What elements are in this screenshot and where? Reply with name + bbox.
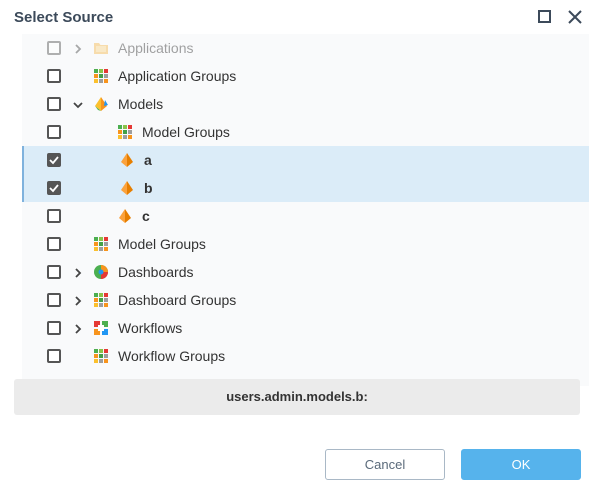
tree-row-label: c [142, 208, 150, 224]
models-icon [93, 96, 109, 112]
tree-row-label: Workflows [118, 320, 183, 336]
model-icon [119, 180, 135, 196]
tree-row-label: Dashboards [118, 264, 194, 280]
tree-row-label: Dashboard Groups [118, 292, 237, 308]
tree-row-label: Applications [118, 40, 194, 56]
tree-row[interactable]: Model Groups [22, 118, 589, 146]
dialog-title: Select Source [14, 9, 114, 26]
dashboard-icon [93, 264, 109, 280]
checkbox[interactable] [47, 293, 61, 307]
select-source-dialog: Select Source Applications Application Gr… [0, 0, 589, 490]
checkbox-checked[interactable] [47, 181, 61, 195]
checkbox-checked[interactable] [47, 153, 61, 167]
checkbox[interactable] [47, 237, 61, 251]
chevron-right-icon[interactable] [72, 266, 84, 278]
maximize-icon[interactable] [536, 8, 554, 26]
checkbox[interactable] [47, 125, 61, 139]
group-grid-icon [93, 292, 109, 308]
checkbox[interactable] [47, 69, 61, 83]
tree-row-label: b [144, 180, 153, 196]
tree-row[interactable]: b [22, 174, 589, 202]
checkbox[interactable] [47, 97, 61, 111]
group-grid-icon [117, 124, 133, 140]
tree-row[interactable]: Models [22, 90, 589, 118]
checkbox[interactable] [47, 209, 61, 223]
close-icon[interactable] [566, 8, 584, 26]
tree-row[interactable]: Dashboards [22, 258, 589, 286]
checkbox[interactable] [47, 321, 61, 335]
selected-path: users.admin.models.b: [14, 379, 580, 415]
group-grid-icon [93, 348, 109, 364]
folder-icon [93, 40, 109, 56]
group-grid-icon [93, 236, 109, 252]
tree-row-label: Application Groups [118, 68, 237, 84]
tree-row[interactable]: Application Groups [22, 62, 589, 90]
model-icon [119, 152, 135, 168]
tree-row-label: a [144, 152, 152, 168]
tree-row-label: Models [118, 96, 164, 112]
tree-row[interactable]: c [22, 202, 589, 230]
workflow-icon [93, 320, 109, 336]
tree-row[interactable]: Model Groups [22, 230, 589, 258]
checkbox[interactable] [47, 349, 61, 363]
chevron-right-icon[interactable] [72, 294, 84, 306]
chevron-right-icon[interactable] [72, 322, 84, 334]
ok-button[interactable]: OK [461, 449, 581, 480]
tree-row[interactable]: Dashboard Groups [22, 286, 589, 314]
tree-row-label: Workflow Groups [118, 348, 226, 364]
tree-row-label: Model Groups [118, 236, 206, 252]
chevron-down-icon[interactable] [72, 98, 84, 110]
checkbox[interactable] [47, 265, 61, 279]
tree-row-label: Model Groups [142, 124, 230, 140]
chevron-right-icon[interactable] [72, 42, 84, 54]
tree-row[interactable]: Workflow Groups [22, 342, 589, 370]
tree-row[interactable]: Applications [22, 34, 589, 62]
group-grid-icon [93, 68, 109, 84]
model-icon [117, 208, 133, 224]
cancel-button[interactable]: Cancel [325, 449, 445, 480]
checkbox[interactable] [47, 41, 61, 55]
tree-row[interactable]: Workflows [22, 314, 589, 342]
tree-row[interactable]: a [22, 146, 589, 174]
source-tree[interactable]: Applications Application Groups Models Mode… [22, 34, 589, 386]
